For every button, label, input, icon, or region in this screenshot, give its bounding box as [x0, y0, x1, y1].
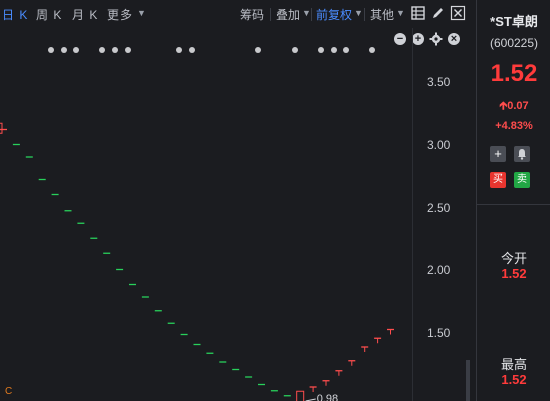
y-tick-label: 2.50 — [427, 201, 451, 215]
open-value: 1.52 — [501, 266, 527, 281]
candle-low — [296, 390, 305, 401]
close-icon[interactable] — [450, 5, 466, 21]
chart-scrollbar[interactable] — [466, 360, 470, 401]
y-tick-label: 3.50 — [427, 75, 451, 89]
stock-name: *ST卓朗 — [490, 14, 538, 29]
y-tick-label: 2.00 — [427, 263, 451, 277]
candle-partial — [0, 122, 3, 134]
high-label: 最高 — [500, 357, 527, 372]
price-change: 🡱0.07 — [499, 100, 529, 112]
chevron-down-icon: ▼ — [137, 8, 146, 18]
period-toolbar: 日 K 周 K 月 K 更多 ▼ 筹码 叠加 ▼ 前复权 ▼ 其他 ▼ — [0, 0, 476, 28]
divider — [311, 8, 312, 21]
sell-button[interactable]: 卖 — [514, 172, 530, 188]
chevron-down-icon: ▼ — [354, 8, 363, 18]
bell-icon — [518, 149, 526, 160]
overlay-button[interactable]: 叠加 — [276, 6, 300, 23]
alert-bell-button[interactable] — [514, 146, 530, 162]
current-price: 1.52 — [490, 60, 538, 87]
y-tick-label: 1.50 — [427, 326, 451, 340]
tab-weekly-k[interactable]: 周 K — [36, 6, 62, 23]
divider — [270, 8, 271, 21]
tab-daily-k[interactable]: 日 K — [2, 6, 28, 23]
pen-icon[interactable] — [430, 5, 446, 21]
chevron-down-icon: ▼ — [302, 8, 311, 18]
y-tick-label: 3.00 — [427, 138, 451, 152]
other-button[interactable]: 其他 — [370, 6, 394, 23]
kline-chart[interactable]: 0.98 — [0, 28, 466, 401]
indicator-label: C — [5, 386, 13, 397]
open-label: 今开 — [500, 251, 527, 266]
grid-icon[interactable] — [410, 5, 426, 21]
chevron-down-icon: ▼ — [396, 8, 405, 18]
stock-code: (600225) — [489, 36, 539, 50]
chip-distribution-button[interactable]: 筹码 — [240, 6, 264, 23]
price-axis: 3.50 3.00 2.50 2.00 1.50 — [412, 28, 475, 401]
tab-more[interactable]: 更多 — [107, 6, 133, 23]
tab-monthly-k[interactable]: 月 K — [72, 6, 98, 23]
add-watchlist-button[interactable]: + — [490, 146, 506, 162]
percent-change: +4.83% — [495, 120, 533, 132]
divider — [477, 204, 550, 205]
low-price-label: 0.98 — [317, 393, 338, 401]
divider — [364, 8, 365, 21]
high-value: 1.52 — [501, 372, 527, 387]
forward-adjust-button[interactable]: 前复权 — [316, 6, 352, 23]
buy-button[interactable]: 买 — [490, 172, 506, 188]
quote-panel: *ST卓朗 (600225) 1.52 🡱0.07 +4.83% + 买 卖 今… — [476, 0, 550, 401]
